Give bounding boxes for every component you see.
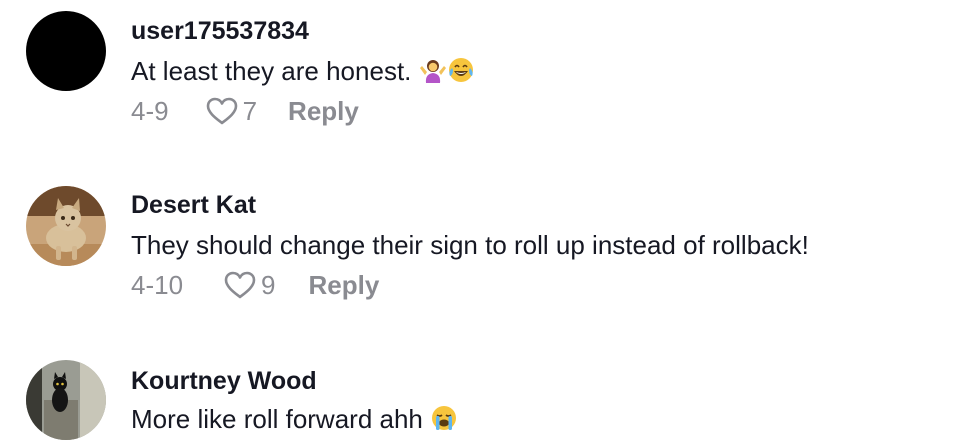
like-button[interactable]: 9 (223, 269, 276, 301)
comment-text: More like roll forward ahh (131, 403, 458, 439)
like-count: 9 (261, 269, 276, 300)
reply-button[interactable]: Reply (309, 270, 380, 301)
comment-meta: 4-10 9 Reply (131, 269, 379, 301)
avatar[interactable] (26, 360, 106, 440)
comment-username[interactable]: Desert Kat (131, 190, 256, 220)
comment-item: Kourtney Wood More like roll forward ahh (0, 0, 978, 440)
comment-text: They should change their sign to roll up… (131, 230, 809, 260)
comment-date: 4-10 (131, 269, 184, 300)
comment-text-content: More like roll forward ahh (131, 404, 423, 434)
heart-icon (223, 270, 257, 300)
loudly-crying-emoji-icon (430, 404, 458, 439)
avatar[interactable] (26, 186, 106, 266)
comment-username[interactable]: Kourtney Wood (131, 366, 317, 396)
